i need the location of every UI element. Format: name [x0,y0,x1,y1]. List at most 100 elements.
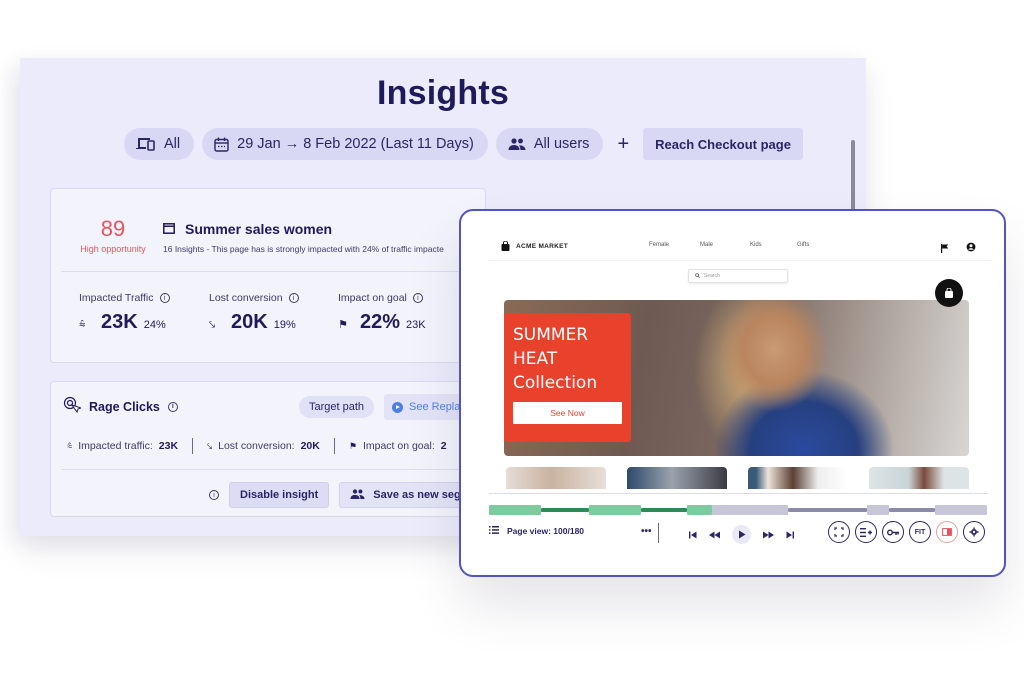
add-list-icon[interactable] [855,521,877,543]
site-nav-link[interactable]: Female [649,242,669,248]
info-icon[interactable]: i [159,293,170,303]
shopping-bag-icon [945,288,953,298]
replayed-website: ACME MARKET Female Male Kids Gifts Searc… [489,229,991,489]
fast-forward-icon[interactable] [763,531,774,539]
session-replay-player: ACME MARKET Female Male Kids Gifts Searc… [459,209,1006,577]
score-value: 89 [100,216,126,241]
metric-label: Impacted Traffic [79,292,154,304]
timeline-segment-page[interactable] [934,505,987,515]
trending-down-icon: ⤥ [207,440,213,451]
info-icon[interactable]: i [167,401,178,412]
segment-filter-label: All users [533,136,590,152]
page-icon [163,221,175,237]
stat-value: 20K [300,440,320,452]
separator [192,438,194,454]
see-now-button[interactable]: See Now [513,402,622,424]
site-nav: ACME MARKET Female Male Kids Gifts [489,229,991,261]
replay-timeline[interactable] [489,505,987,515]
timeline-segment-page[interactable] [489,505,542,515]
record-icon[interactable] [936,521,958,543]
insight-description: 16 Insights - This page has is strongly … [163,244,444,254]
disable-insight-button[interactable]: Disable insight [229,482,330,508]
rage-actions: i Disable insight Save as new segment [209,482,480,508]
flag-icon[interactable] [941,240,949,258]
rage-clicks-title: Rage Clicks [89,399,160,414]
product-thumbnail[interactable] [748,467,848,489]
timeline-segment-page[interactable] [711,505,788,515]
metric-value: 22% [360,311,401,333]
user-icon[interactable] [966,239,976,257]
metric-impact-on-goal: Impact on goal i ⚑ 22% 23K [338,292,426,334]
insight-title: Summer sales women [163,221,332,237]
goal-chip[interactable]: Reach Checkout page [643,128,803,160]
users-icon [350,488,365,502]
product-thumbnail[interactable] [869,467,969,489]
timeline-segment-page[interactable] [588,505,641,515]
metric-label: Impact on goal [338,292,407,304]
player-controls: Page view: 100/180 ••• FIT [489,521,991,547]
page-view-counter[interactable]: Page view: 100/180 [489,526,584,536]
scrollbar[interactable] [851,140,855,214]
skip-end-icon[interactable] [786,531,794,539]
product-thumbnails [506,467,969,489]
site-nav-link[interactable]: Male [700,242,713,248]
add-filter-button[interactable]: + [611,133,635,156]
play-circle-icon [392,401,403,413]
date-range-filter[interactable]: 29 Jan → 8 Feb 2022 (Last 11 Days) [202,128,488,160]
metric-value: 20K [231,311,268,333]
metric-sub: 24% [143,319,166,331]
site-nav-link[interactable]: Gifts [797,242,809,248]
timeline-segment-gap[interactable] [541,508,589,512]
search-icon [695,272,700,280]
product-thumbnail[interactable] [506,467,606,489]
key-icon[interactable] [882,521,904,543]
opportunity-score: 89 High opportunity [75,216,151,255]
trending-icon: ⩯ [79,319,86,331]
filter-bar: All 29 Jan → 8 Feb 2022 (Last 11 Days) A… [124,128,803,160]
player-divider [489,493,988,494]
see-replay-label: See Replay [409,401,466,413]
metric-label: Lost conversion [209,292,283,304]
timeline-segment-gap[interactable] [787,508,868,512]
date-range-label: 29 Jan → 8 Feb 2022 (Last 11 Days) [237,136,474,152]
settings-icon[interactable] [963,521,985,543]
hero-line: HEAT [513,349,558,369]
target-path-button[interactable]: Target path [299,396,375,418]
device-filter-label: All [164,136,181,152]
stat-label: Impacted traffic: [78,440,153,452]
metric-lost-conversion: Lost conversion i ⤥ 20K 19% [209,292,299,334]
fit-button[interactable]: FIT [909,521,931,543]
play-icon[interactable] [732,525,751,544]
users-icon [508,138,526,150]
site-nav-link[interactable]: Kids [750,242,762,248]
device-filter[interactable]: All [124,128,195,160]
flag-icon: ⚑ [338,319,348,331]
timeline-segment-page[interactable] [686,505,712,515]
shopping-bag-icon [501,241,510,251]
cart-button[interactable] [935,279,963,307]
segment-filter[interactable]: All users [495,128,604,160]
more-options-button[interactable]: ••• [641,526,652,537]
devices-icon [136,137,156,151]
rage-clicks-card[interactable]: Rage Clicks i Target path See Replay ⩯ I… [50,381,486,517]
hero-line: Collection [513,373,598,393]
site-search-input[interactable]: Search [688,269,788,283]
rage-click-icon [63,396,83,417]
card-divider [61,469,485,470]
rage-stats: ⩯ Impacted traffic: 23K ⤥ Lost conversio… [67,438,447,454]
stat-value: 2 [440,440,447,452]
hero-banner: SUMMER HEAT Collection See Now [504,300,969,456]
skip-start-icon[interactable] [689,531,697,539]
card-divider [61,271,485,272]
rewind-icon[interactable] [709,531,720,539]
info-icon[interactable]: i [288,293,299,303]
fullscreen-icon[interactable] [828,521,850,543]
info-icon[interactable]: i [412,293,423,303]
page-title: Insights [377,74,509,112]
timeline-segment-gap[interactable] [889,508,935,512]
info-icon[interactable]: i [209,490,219,500]
page-insight-card[interactable]: 89 High opportunity Summer sales women 1… [50,188,486,363]
product-thumbnail[interactable] [627,467,727,489]
timeline-segment-gap[interactable] [640,508,687,512]
timeline-segment-page[interactable] [867,505,890,515]
